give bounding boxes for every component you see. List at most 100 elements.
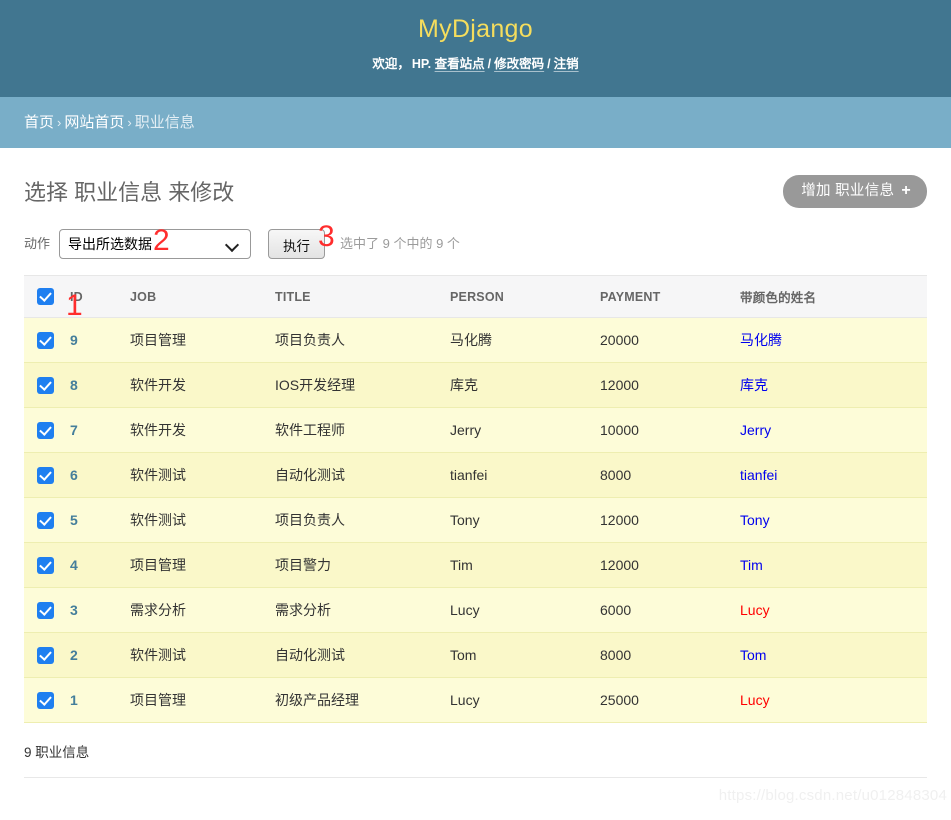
row-checkbox[interactable]	[37, 691, 54, 709]
table-row: 2 软件测试 自动化测试 Tom 8000 Tom	[24, 632, 927, 678]
cell-person: 库克	[450, 362, 600, 408]
cell-job: 软件测试	[130, 497, 275, 543]
colored-name-value: Lucy	[740, 602, 770, 618]
cell-job: 项目管理	[130, 542, 275, 588]
cell-person: Lucy	[450, 587, 600, 633]
cell-title: 需求分析	[275, 587, 450, 633]
add-job-info-button[interactable]: 增加 职业信息 +	[783, 175, 927, 208]
cell-colored-name: Tony	[740, 497, 927, 543]
row-id-link[interactable]: 6	[70, 467, 78, 483]
row-select-cell	[24, 497, 70, 543]
site-title: MyDjango	[418, 15, 533, 43]
cell-person: 马化腾	[450, 317, 600, 363]
username-label: HP.	[411, 57, 432, 71]
column-header-colored-name[interactable]: 带颜色的姓名	[740, 275, 927, 318]
results-table: ID JOB TITLE PERSON PAYMENT 带颜色的姓名 9 项目管理…	[24, 275, 927, 723]
cell-payment: 12000	[600, 497, 740, 543]
table-row: 3 需求分析 需求分析 Lucy 6000 Lucy	[24, 587, 927, 633]
colored-name-value: Jerry	[740, 422, 772, 438]
cell-payment: 8000	[600, 632, 740, 678]
breadcrumb-item-site-home[interactable]: 网站首页	[64, 114, 124, 131]
colored-name-value: Tom	[740, 647, 767, 663]
cell-colored-name: Tim	[740, 542, 927, 588]
row-select-cell	[24, 587, 70, 633]
table-row: 6 软件测试 自动化测试 tianfei 8000 tianfei	[24, 452, 927, 498]
cell-id: 1	[70, 677, 130, 723]
row-select-cell	[24, 632, 70, 678]
table-row: 5 软件测试 项目负责人 Tony 12000 Tony	[24, 497, 927, 543]
cell-person: Tom	[450, 632, 600, 678]
logout-link[interactable]: 注销	[554, 57, 579, 71]
cell-person: Tim	[450, 542, 600, 588]
colored-name-value: 库克	[740, 377, 768, 393]
breadcrumb-separator-2: ›	[127, 115, 132, 130]
action-select-wrapper: 导出所选数据	[59, 229, 252, 259]
row-id-link[interactable]: 4	[70, 557, 78, 573]
column-header-person[interactable]: PERSON	[450, 275, 600, 318]
cell-id: 4	[70, 542, 130, 588]
cell-id: 2	[70, 632, 130, 678]
row-checkbox[interactable]	[37, 646, 54, 664]
row-checkbox[interactable]	[37, 601, 54, 619]
column-header-job[interactable]: JOB	[130, 275, 275, 318]
row-id-link[interactable]: 9	[70, 332, 78, 348]
paginator: 9 职业信息	[24, 724, 927, 778]
row-checkbox[interactable]	[37, 466, 54, 484]
row-checkbox[interactable]	[37, 421, 54, 439]
cell-job: 软件测试	[130, 632, 275, 678]
cell-payment: 12000	[600, 362, 740, 408]
execute-button[interactable]: 执行	[268, 229, 326, 259]
row-id-link[interactable]: 3	[70, 602, 78, 618]
cell-id: 8	[70, 362, 130, 408]
cell-colored-name: tianfei	[740, 452, 927, 498]
cell-colored-name: 库克	[740, 362, 927, 408]
cell-job: 项目管理	[130, 317, 275, 363]
results-container: ID JOB TITLE PERSON PAYMENT 带颜色的姓名 9 项目管理…	[24, 275, 927, 778]
cell-payment: 8000	[600, 452, 740, 498]
cell-colored-name: Tom	[740, 632, 927, 678]
change-password-link[interactable]: 修改密码	[494, 57, 544, 71]
table-head: ID JOB TITLE PERSON PAYMENT 带颜色的姓名	[24, 275, 927, 318]
row-checkbox[interactable]	[37, 556, 54, 574]
action-label: 动作	[24, 236, 51, 251]
row-id-link[interactable]: 8	[70, 377, 78, 393]
cell-colored-name: Lucy	[740, 677, 927, 723]
view-site-link[interactable]: 查看站点	[435, 57, 485, 71]
object-tools: 增加 职业信息 +	[783, 175, 927, 208]
select-all-checkbox[interactable]	[37, 288, 54, 305]
breadcrumb-item-home[interactable]: 首页	[24, 114, 54, 131]
cell-title: 项目负责人	[275, 497, 450, 543]
row-id-link[interactable]: 1	[70, 692, 78, 708]
cell-id: 7	[70, 407, 130, 453]
user-tools: 欢迎， HP. 查看站点 / 修改密码 / 注销	[0, 55, 951, 73]
table-body: 9 项目管理 项目负责人 马化腾 20000 马化腾 8 软件开发 IOS开发经理 库克 12000…	[24, 317, 927, 723]
colored-name-value: Tim	[740, 557, 763, 573]
row-id-link[interactable]: 7	[70, 422, 78, 438]
action-select[interactable]: 导出所选数据	[59, 229, 252, 259]
row-checkbox[interactable]	[37, 511, 54, 529]
colored-name-value: Tony	[740, 512, 770, 528]
cell-person: Lucy	[450, 677, 600, 723]
cell-job: 软件开发	[130, 362, 275, 408]
row-id-link[interactable]: 2	[70, 647, 78, 663]
cell-payment: 25000	[600, 677, 740, 723]
table-row: 7 软件开发 软件工程师 Jerry 10000 Jerry	[24, 407, 927, 453]
column-header-id[interactable]: ID	[70, 275, 130, 318]
selection-counter: 选中了 9 个中的 9 个	[340, 236, 460, 251]
add-button-label: 增加 职业信息	[801, 183, 895, 199]
cell-person: Jerry	[450, 407, 600, 453]
row-id-link[interactable]: 5	[70, 512, 78, 528]
column-header-title[interactable]: TITLE	[275, 275, 450, 318]
column-header-payment[interactable]: PAYMENT	[600, 275, 740, 318]
admin-page: MyDjango 欢迎， HP. 查看站点 / 修改密码 / 注销 首页 › 网站首页 › 职业信…	[0, 0, 951, 820]
site-header: MyDjango 欢迎， HP. 查看站点 / 修改密码 / 注销	[0, 0, 951, 97]
colored-name-value: 马化腾	[740, 332, 782, 348]
row-checkbox[interactable]	[37, 331, 54, 349]
cell-title: 自动化测试	[275, 632, 450, 678]
cell-payment: 20000	[600, 317, 740, 363]
row-select-cell	[24, 542, 70, 588]
cell-payment: 6000	[600, 587, 740, 633]
actions-bar: 动作 导出所选数据 执行 选中了 9 个中的 9 个	[24, 229, 927, 259]
row-select-cell	[24, 452, 70, 498]
row-checkbox[interactable]	[37, 376, 54, 394]
